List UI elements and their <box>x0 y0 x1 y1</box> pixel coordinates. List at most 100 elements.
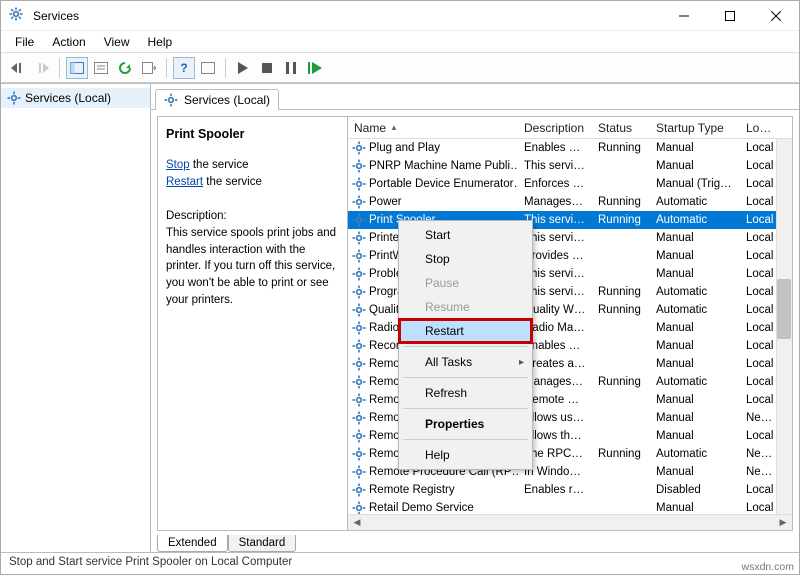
bottom-tabs: ExtendedStandard <box>151 530 799 552</box>
table-row[interactable]: Portable Device Enumerator…Enforces gr…M… <box>348 175 792 193</box>
cell-name: Power <box>369 196 402 208</box>
cell-name: Portable Device Enumerator… <box>369 178 518 190</box>
cell-status: Running <box>592 286 650 298</box>
menu-file[interactable]: File <box>7 33 42 51</box>
gear-icon <box>352 429 366 443</box>
tab-standard[interactable]: Standard <box>228 535 297 552</box>
chevron-right-icon: ▸ <box>519 357 524 368</box>
vscrollbar[interactable] <box>776 139 792 530</box>
cell-logon: Netwo <box>740 412 780 424</box>
vscroll-thumb[interactable] <box>777 279 791 339</box>
start-service-button[interactable] <box>232 57 254 79</box>
description-label: Description: <box>166 208 337 225</box>
cell-startup: Manual <box>650 268 740 280</box>
statusbar: Stop and Start service Print Spooler on … <box>1 552 799 574</box>
properties-button[interactable] <box>90 57 112 79</box>
cell-desc: Manages p… <box>518 196 592 208</box>
sort-asc-icon: ▲ <box>390 123 398 132</box>
tab-extended[interactable]: Extended <box>157 535 228 552</box>
gear-icon <box>352 501 366 515</box>
cell-startup: Manual <box>650 466 740 478</box>
back-button[interactable] <box>7 57 29 79</box>
menu-view[interactable]: View <box>96 33 138 51</box>
cell-logon: Local <box>740 250 780 262</box>
cell-logon: Local <box>740 394 780 406</box>
gear-icon <box>164 93 178 107</box>
cell-logon: Local <box>740 376 780 388</box>
cell-name: Plug and Play <box>369 142 440 154</box>
menu-help[interactable]: Help <box>140 33 181 51</box>
cell-startup: Manual <box>650 322 740 334</box>
gear-icon <box>352 447 366 461</box>
col-name[interactable]: Name ▲ <box>348 121 518 135</box>
table-row[interactable]: PNRP Machine Name Publi…This service …Ma… <box>348 157 792 175</box>
stop-link[interactable]: Stop <box>166 159 190 171</box>
hscroll-left[interactable]: ◀ <box>350 516 364 530</box>
minimize-button[interactable] <box>661 1 707 31</box>
cell-startup: Manual <box>650 430 740 442</box>
table-row[interactable]: Plug and PlayEnables a c…RunningManualLo… <box>348 139 792 157</box>
pause-service-button[interactable] <box>280 57 302 79</box>
restart-service-button[interactable] <box>304 57 326 79</box>
gear-icon <box>352 213 366 227</box>
ctx-resume: Resume <box>399 295 532 319</box>
forward-button[interactable] <box>31 57 53 79</box>
col-status[interactable]: Status <box>592 121 650 135</box>
cell-desc: Enables a c… <box>518 142 592 154</box>
close-button[interactable] <box>753 1 799 31</box>
cell-startup: Automatic <box>650 286 740 298</box>
cell-logon: Local <box>740 232 780 244</box>
ctx-properties[interactable]: Properties <box>399 412 532 436</box>
col-logon[interactable]: Log O <box>740 121 780 135</box>
cell-logon: Local <box>740 484 780 496</box>
refresh-button[interactable] <box>114 57 136 79</box>
export-list-button[interactable] <box>138 57 160 79</box>
ctx-restart[interactable]: Restart <box>399 319 532 343</box>
ctx-help[interactable]: Help <box>399 443 532 467</box>
hscroll-right[interactable]: ▶ <box>776 516 790 530</box>
help-button[interactable]: ? <box>173 57 195 79</box>
inner-title-label: Services (Local) <box>184 93 270 107</box>
ctx-stop[interactable]: Stop <box>399 247 532 271</box>
cell-startup: Manual <box>650 340 740 352</box>
app-icon <box>9 7 27 25</box>
cell-logon: Local <box>740 142 780 154</box>
gear-icon <box>352 393 366 407</box>
gear-icon <box>352 231 366 245</box>
cell-startup: Automatic <box>650 214 740 226</box>
menu-action[interactable]: Action <box>44 33 93 51</box>
titlebar: Services <box>1 1 799 31</box>
gear-icon <box>352 483 366 497</box>
cell-logon: Local <box>740 340 780 352</box>
ctx-all-tasks[interactable]: All Tasks▸ <box>399 350 532 374</box>
hscrollbar[interactable]: ◀▶ <box>348 514 792 530</box>
maximize-button[interactable] <box>707 1 753 31</box>
stop-service-button[interactable] <box>256 57 278 79</box>
ctx-start[interactable]: Start <box>399 223 532 247</box>
ctx-refresh[interactable]: Refresh <box>399 381 532 405</box>
gear-icon <box>352 159 366 173</box>
ctx-sep-2 <box>403 377 528 378</box>
ctx-sep-3 <box>403 408 528 409</box>
gear-icon <box>352 411 366 425</box>
show-hide-tree-button[interactable] <box>66 57 88 79</box>
col-startup[interactable]: Startup Type <box>650 121 740 135</box>
table-row[interactable]: PowerManages p…RunningAutomaticLocal <box>348 193 792 211</box>
table-row[interactable]: Remote RegistryEnables rem…DisabledLocal <box>348 481 792 499</box>
gear-icon <box>352 195 366 209</box>
col-description[interactable]: Description <box>518 121 592 135</box>
cell-startup: Automatic <box>650 196 740 208</box>
cell-startup: Automatic <box>650 448 740 460</box>
cell-startup: Manual (Trig… <box>650 178 740 190</box>
cell-startup: Manual <box>650 142 740 154</box>
ctx-sep-4 <box>403 439 528 440</box>
toolbar: ? <box>1 53 799 83</box>
cell-logon: Local <box>740 178 780 190</box>
cell-startup: Manual <box>650 160 740 172</box>
cell-logon: Local <box>740 502 780 514</box>
restart-link[interactable]: Restart <box>166 176 203 188</box>
tree-root-item[interactable]: Services (Local) <box>1 88 150 108</box>
extra-button[interactable] <box>197 57 219 79</box>
gear-icon <box>352 177 366 191</box>
inner-header-bar: Services (Local) <box>151 84 799 110</box>
